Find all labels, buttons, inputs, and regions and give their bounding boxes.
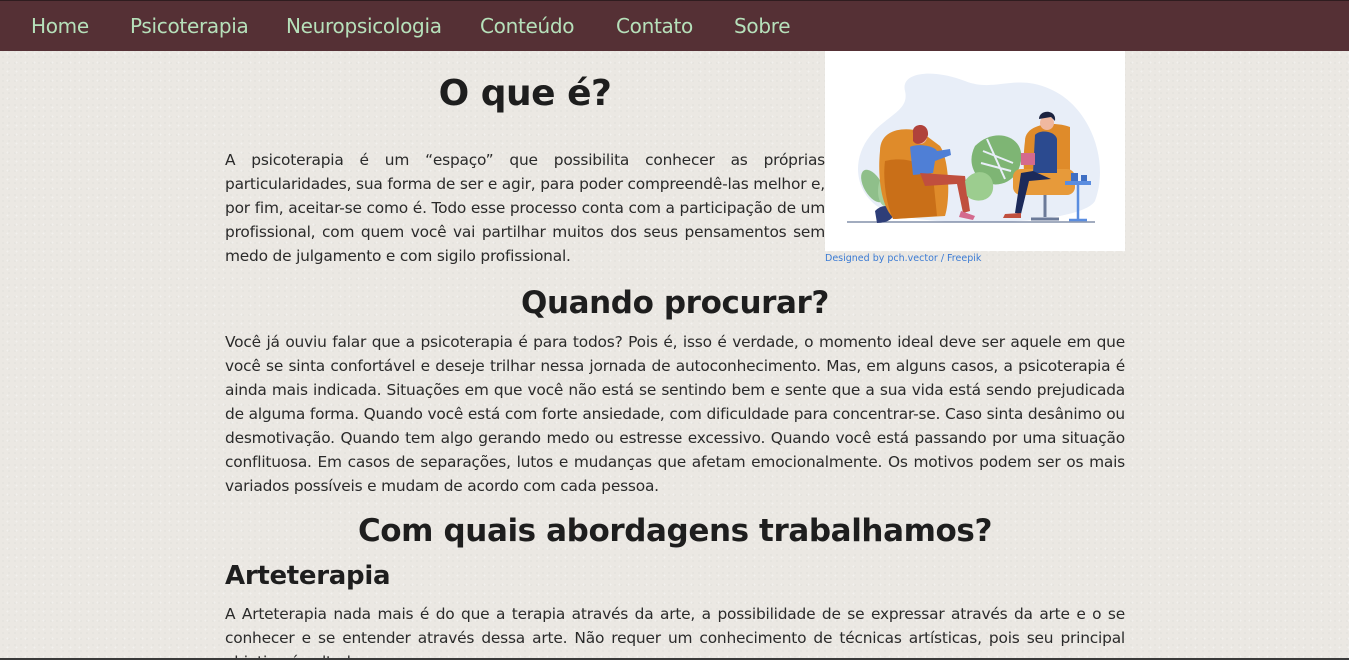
nav-contato-link[interactable]: Contato [616,14,693,38]
therapy-illustration-icon [847,73,1100,223]
nav-neuropsicologia-link[interactable]: Neuropsicologia [286,14,442,38]
therapy-session-illustration [825,51,1125,251]
section-what-text: A psicoterapia é um “espaço” que possibi… [225,151,825,265]
top-navbar: Home Psicoterapia Neuropsicologia Conteú… [0,0,1349,51]
section-when-title: Quando procurar? [521,285,829,321]
section-approaches-title: Com quais abordagens trabalhamos? [357,513,993,549]
section-when-text: Você já ouviu falar que a psicoterapia é… [225,333,1125,495]
arteterapia-title: Arteterapia [225,561,391,591]
arteterapia-text: A Arteterapia nada mais é do que a terap… [225,605,1125,660]
nav-home-link[interactable]: Home [31,14,89,38]
section-what-title: O que é? [438,73,612,114]
nav-psicoterapia-link[interactable]: Psicoterapia [130,14,249,38]
image-credit-link[interactable]: Designed by pch.vector / Freepik [825,253,981,264]
nav-sobre-link[interactable]: Sobre [734,14,791,38]
nav-conteudo-link[interactable]: Conteúdo [480,14,575,38]
